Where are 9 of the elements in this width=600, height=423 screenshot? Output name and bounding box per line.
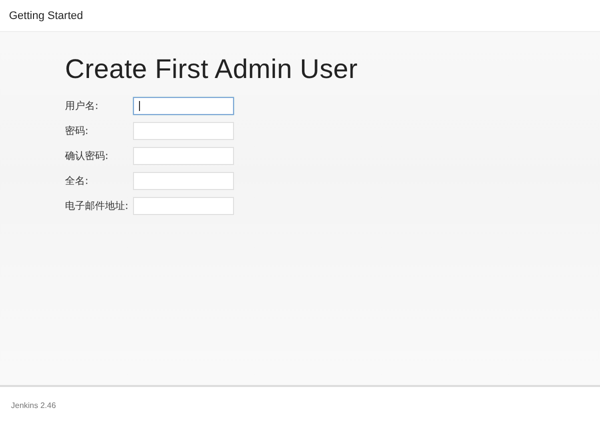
- input-field[interactable]: [133, 97, 234, 115]
- field-label: 电子邮件地址:: [65, 200, 130, 213]
- version-label: Jenkins 2.46: [11, 400, 56, 410]
- field-label: 全名:: [65, 175, 90, 188]
- page-heading: Create First Admin User: [65, 54, 359, 85]
- field-label: 用户名:: [65, 100, 100, 113]
- dialog-title: Getting Started: [9, 10, 83, 22]
- field-label: 密码:: [65, 124, 90, 138]
- field-label: 确认密码:: [65, 150, 110, 163]
